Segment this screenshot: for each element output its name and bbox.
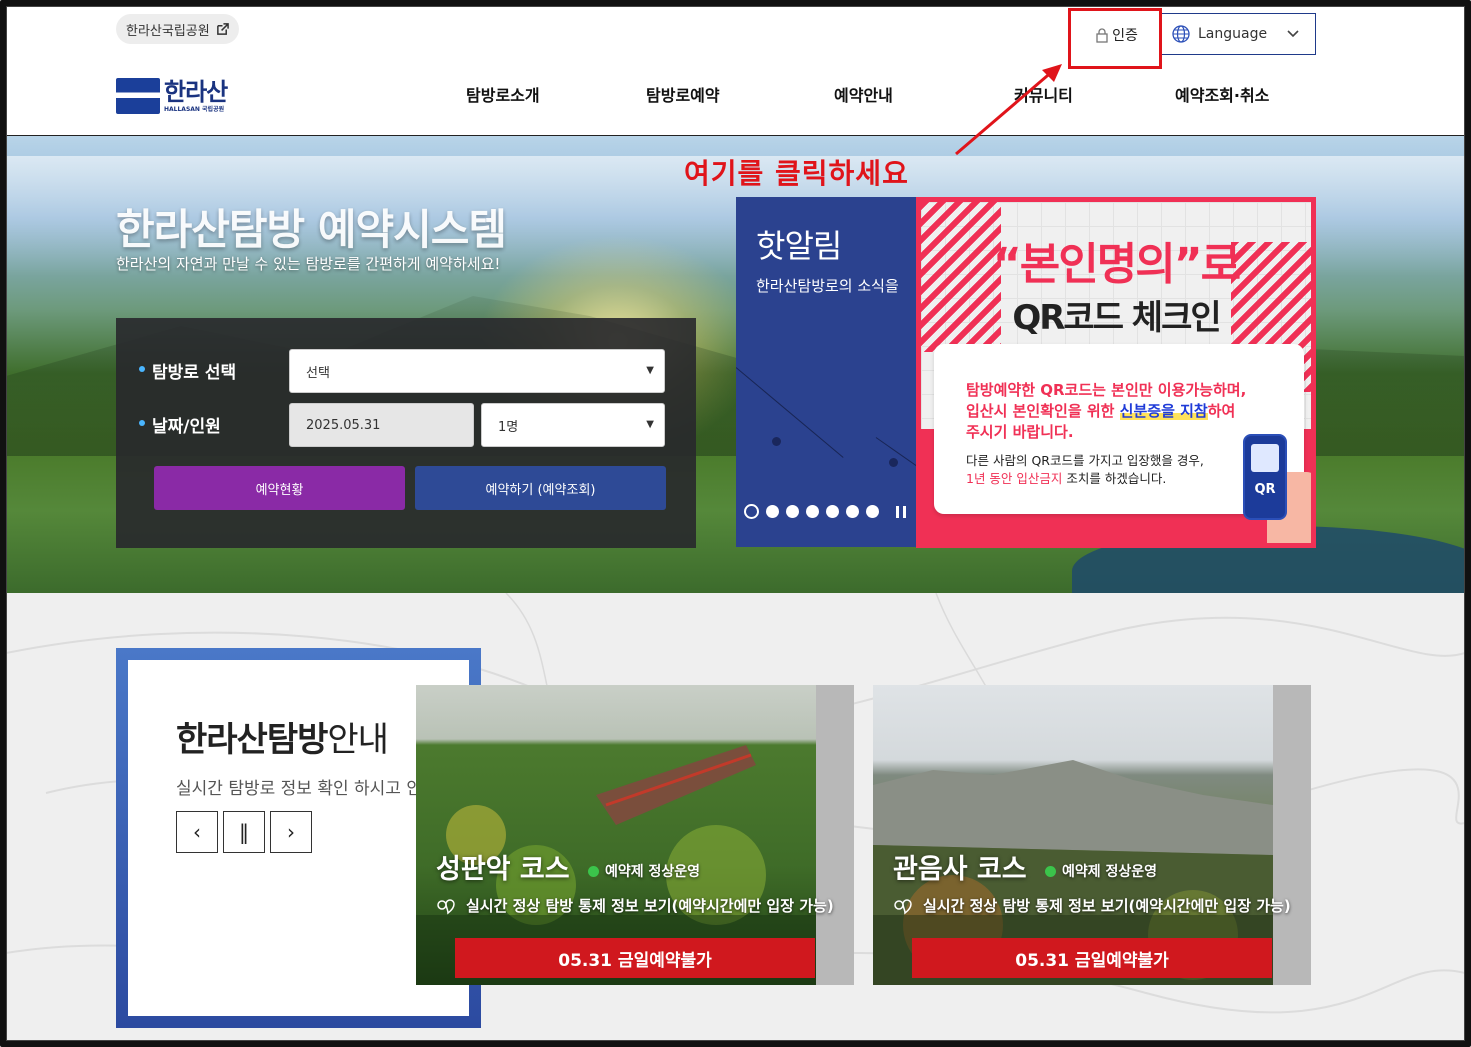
main-navigation: 탐방로소개 탐방로예약 예약안내 커뮤니티 예약조회·취소 <box>420 82 1320 108</box>
chevron-left-icon: ‹ <box>193 820 201 844</box>
globe-icon <box>1172 25 1190 43</box>
reserve-button[interactable]: 예약하기 (예약조회) <box>415 466 666 510</box>
people-select[interactable]: 1명 ▼ <box>481 403 665 447</box>
nav-reservation-lookup-cancel[interactable]: 예약조회·취소 <box>1175 82 1269 106</box>
reservation-status-button[interactable]: 예약현황 <box>154 466 405 510</box>
annotation-text: 여기를 클릭하세요 <box>684 157 909 190</box>
annotation-highlight-box <box>1068 8 1162 69</box>
date-field[interactable]: 2025.05.31 <box>289 403 474 447</box>
course-card-gwaneumsa[interactable]: 관음사 코스 예약제 정상운영 실시간 정상 탐방 통제 정보 보기(예약시간에… <box>873 685 1311 985</box>
qr-subheadline: QR코드 체크인 <box>1012 298 1221 338</box>
today-reservation-unavailable-button[interactable]: 05.31 금일예약불가 <box>455 938 815 978</box>
course-name: 관음사 코스 <box>893 854 1027 885</box>
pagination-dot[interactable] <box>866 505 879 518</box>
language-selector[interactable]: Language <box>1160 13 1316 55</box>
realtime-info-label: 실시간 정상 탐방 통제 정보 보기(예약시간에만 입장 가능) <box>466 897 834 915</box>
course-name: 성판악 코스 <box>436 854 570 885</box>
chevron-down-icon <box>1287 30 1299 38</box>
phone-qr-icon: QR <box>1243 434 1287 520</box>
nav-trail-reservation[interactable]: 탐방로예약 <box>646 82 720 106</box>
pagination-dot[interactable] <box>786 505 799 518</box>
annotation-arrow-icon <box>955 64 1062 156</box>
trail-select[interactable]: 선택 ▼ <box>289 349 665 393</box>
chevron-right-icon: › <box>287 820 295 844</box>
notice-title: 핫알림 <box>756 227 842 265</box>
course-card-seongpanak[interactable]: 성판악 코스 예약제 정상운영 실시간 정상 탐방 통제 정보 보기(예약시간에… <box>416 685 854 985</box>
qr-notice-main: 탐방예약한 QR코드는 본인만 이용가능하며, 입산시 본인확인을 위한 신분증… <box>966 381 1247 441</box>
slider-prev-button[interactable]: ‹ <box>176 811 218 853</box>
date-value: 2025.05.31 <box>306 417 381 433</box>
nav-reservation-guide[interactable]: 예약안내 <box>834 82 893 106</box>
slider-pause-button[interactable]: ‖ <box>223 811 265 853</box>
hero-title: 한라산탐방 예약시스템 <box>116 205 507 254</box>
pagination-dot[interactable] <box>846 505 859 518</box>
park-link-label: 한라산국립공원 <box>126 23 210 39</box>
pagination-dot[interactable] <box>806 505 819 518</box>
map-pin-icon <box>894 898 912 914</box>
hero-subtitle: 한라산의 자연과 만날 수 있는 탐방로를 간편하게 예약하세요! <box>116 255 501 273</box>
qr-notice-warning: 다른 사람의 QR코드를 가지고 입장했을 경우, 1년 동안 입산금지 조치를… <box>966 453 1204 486</box>
chevron-down-icon: ▼ <box>646 365 654 376</box>
pause-icon: ‖ <box>239 820 249 844</box>
slider-next-button[interactable]: › <box>270 811 312 853</box>
trail-select-label: 탐방로 선택 <box>138 358 236 383</box>
nav-trail-intro[interactable]: 탐방로소개 <box>466 82 540 106</box>
pagination-dot[interactable] <box>826 505 839 518</box>
logo-text: 한라산 <box>164 76 228 106</box>
qr-headline: “본인명의”로 <box>992 239 1241 290</box>
course-status: 예약제 정상운영 <box>1045 861 1157 881</box>
notice-pagination <box>744 504 879 519</box>
people-value: 1명 <box>498 419 519 435</box>
logo-subtext: HALLASAN 국립공원 <box>164 105 225 113</box>
mountain-logo-icon <box>116 78 160 114</box>
language-label: Language <box>1198 26 1268 42</box>
course-status: 예약제 정상운영 <box>588 861 700 881</box>
pagination-dot[interactable] <box>744 504 759 519</box>
realtime-info-link[interactable]: 실시간 정상 탐방 통제 정보 보기(예약시간에만 입장 가능) <box>436 895 834 916</box>
park-home-link[interactable]: 한라산국립공원 <box>116 14 239 44</box>
guide-subtitle: 실시간 탐방로 정보 확인 하시고 안 <box>176 779 416 799</box>
guide-title: 한라산탐방안내 <box>176 720 389 760</box>
hot-notice-panel: 핫알림 한라산탐방로의 소식을 <box>736 197 916 547</box>
qr-checkin-banner[interactable]: “본인명의”로 QR코드 체크인 탐방예약한 QR코드는 본인만 이용가능하며,… <box>916 197 1316 548</box>
date-people-label: 날짜/인원 <box>139 412 221 437</box>
notice-text: 한라산탐방로의 소식을 <box>756 277 899 295</box>
map-pin-icon <box>437 898 455 914</box>
realtime-info-label: 실시간 정상 탐방 통제 정보 보기(예약시간에만 입장 가능) <box>923 897 1291 915</box>
pause-icon[interactable] <box>896 506 906 518</box>
site-logo[interactable]: 한라산 HALLASAN 국립공원 <box>116 76 228 114</box>
chevron-down-icon: ▼ <box>646 419 654 430</box>
realtime-info-link[interactable]: 실시간 정상 탐방 통제 정보 보기(예약시간에만 입장 가능) <box>893 895 1291 916</box>
pagination-dot[interactable] <box>766 505 779 518</box>
trail-select-value: 선택 <box>306 365 330 381</box>
today-reservation-unavailable-button[interactable]: 05.31 금일예약불가 <box>912 938 1272 978</box>
external-link-icon <box>216 22 229 35</box>
booking-panel: 탐방로 선택 선택 ▼ 날짜/인원 2025.05.31 1명 ▼ 예약현황 예… <box>116 318 696 548</box>
